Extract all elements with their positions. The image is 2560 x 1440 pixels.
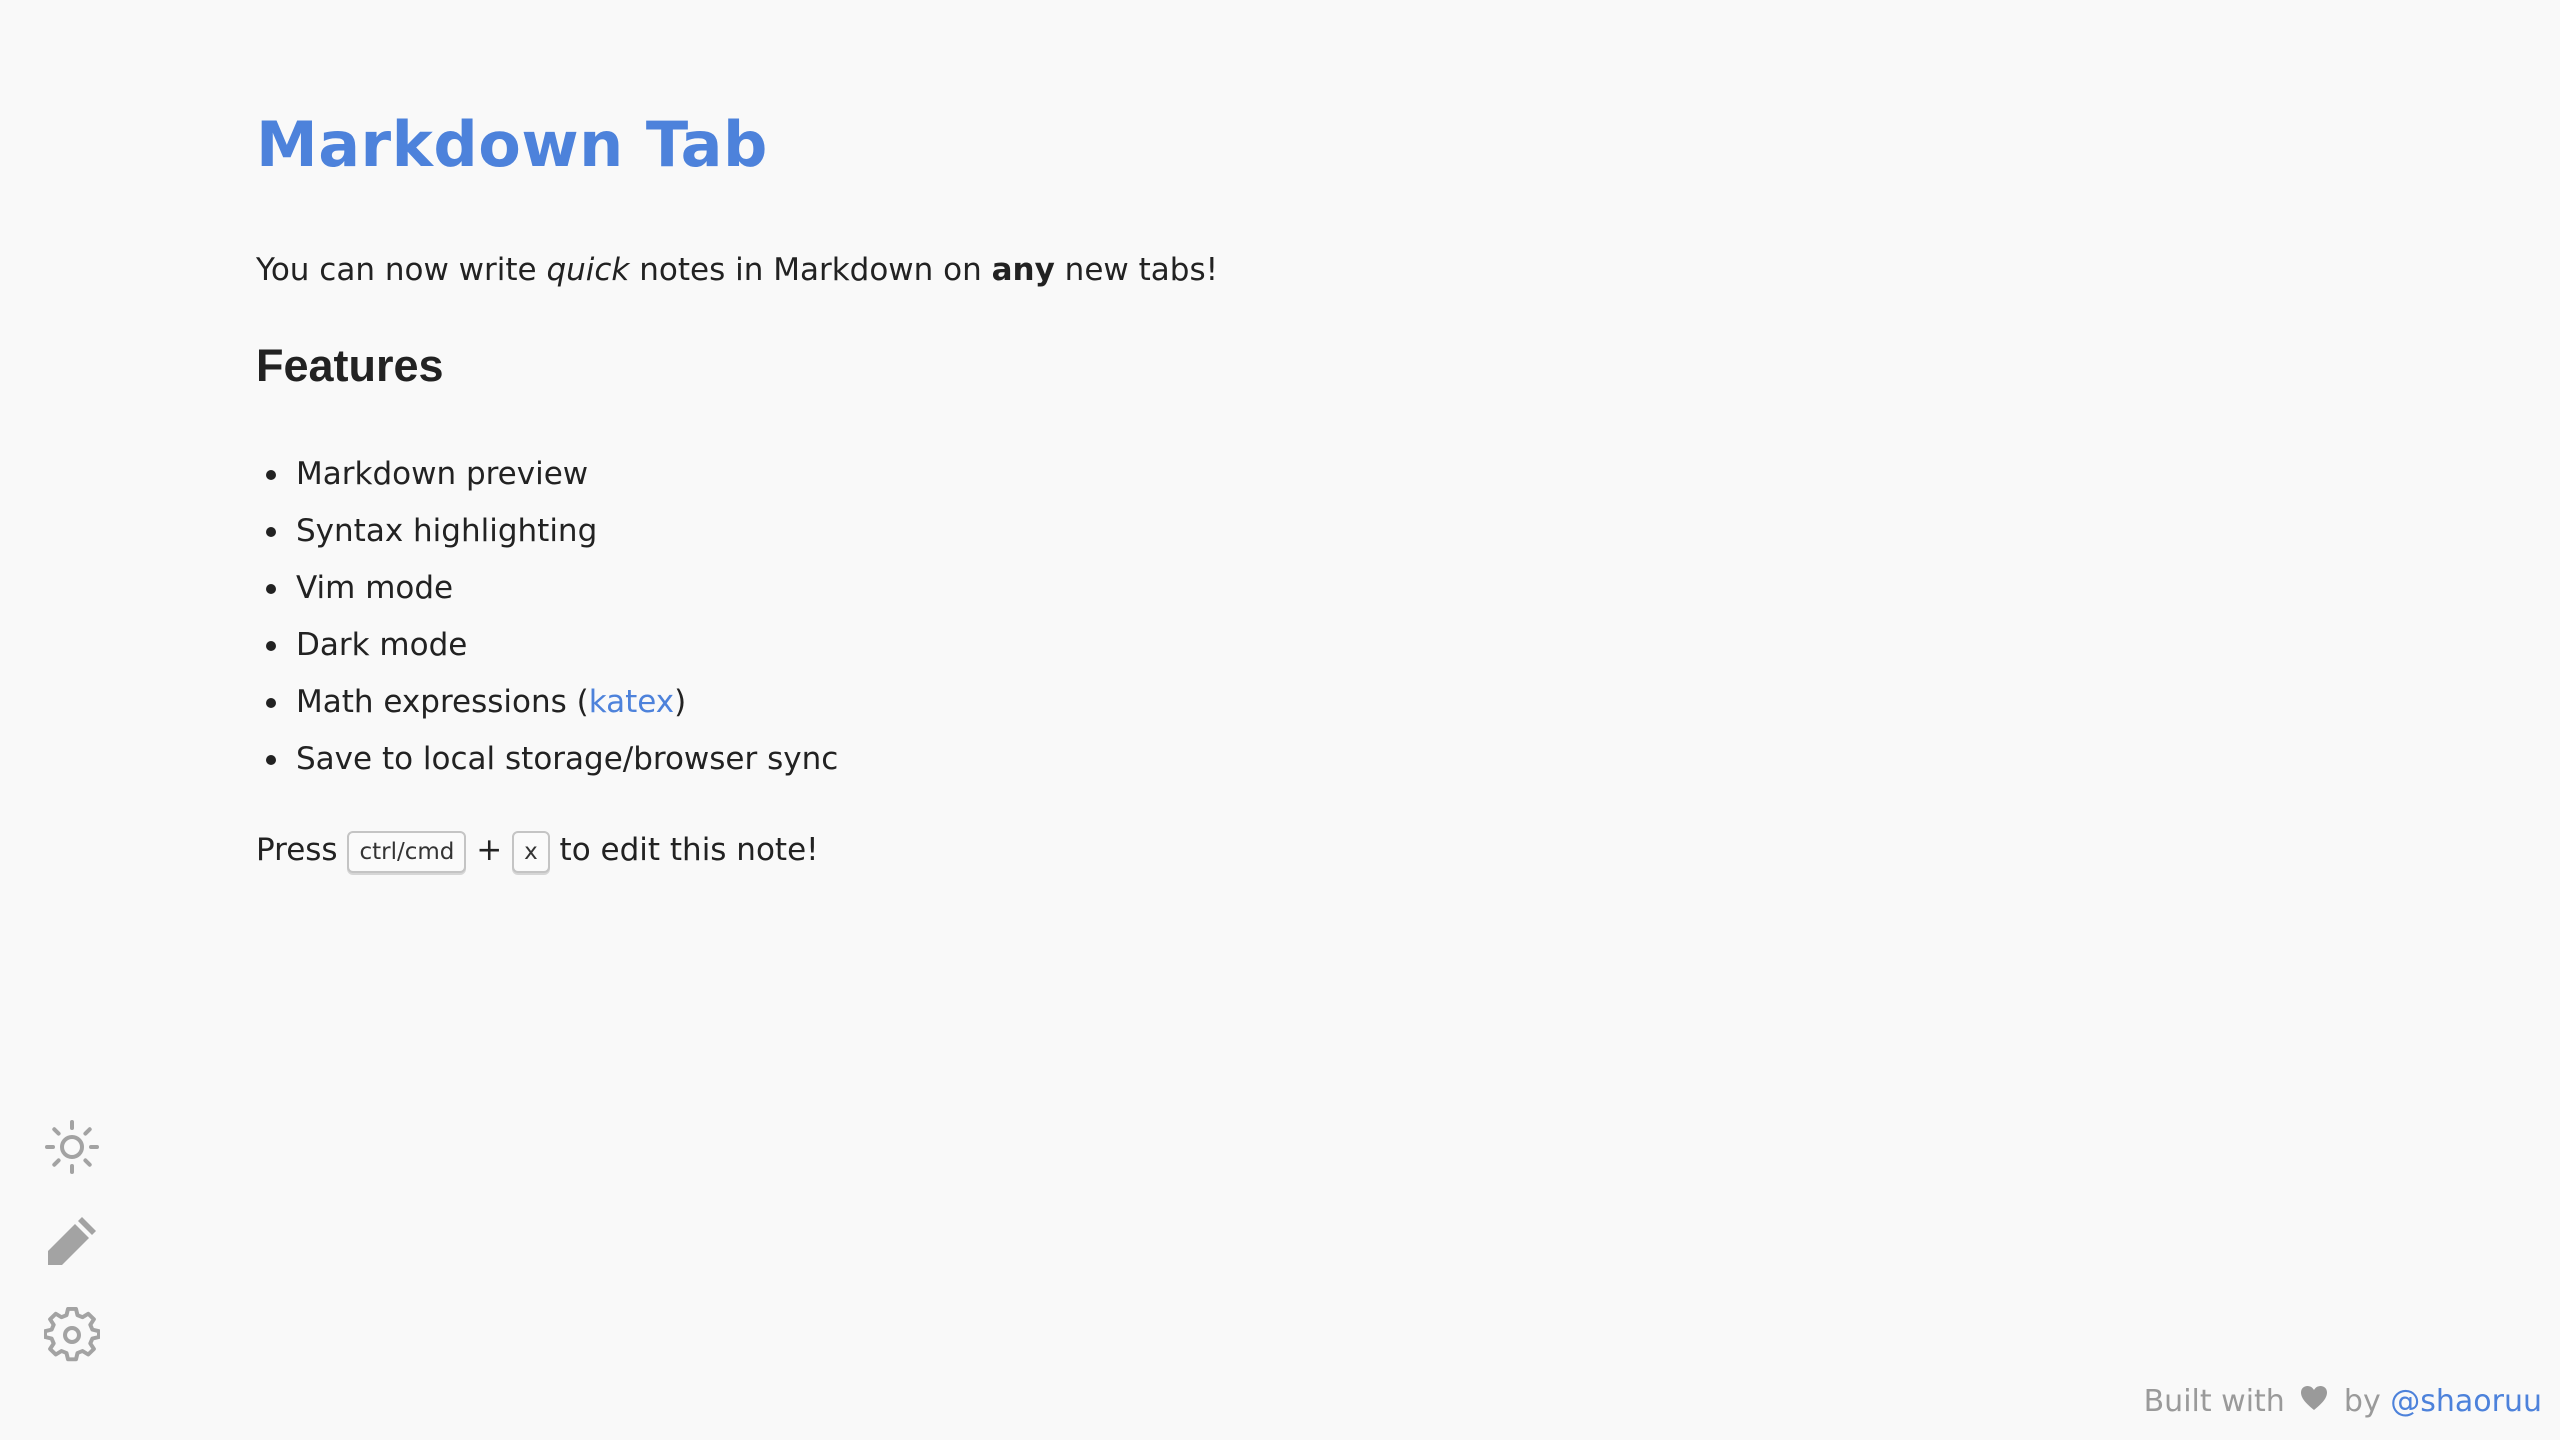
footer-prefix: Built with	[2143, 1383, 2285, 1419]
intro-text-2: notes in Markdown on	[629, 252, 992, 288]
footer: Built with by @shaoruu	[2144, 1382, 2542, 1423]
intro-bold: any	[991, 252, 1055, 288]
bullet	[266, 584, 276, 594]
author-link[interactable]: @shaoruu	[2390, 1384, 2542, 1419]
kbd-x: x	[512, 830, 550, 873]
side-toolbar	[40, 1115, 104, 1397]
settings-button[interactable]	[40, 1303, 104, 1367]
list-item: Vim mode	[256, 560, 1856, 617]
feature-label: Dark mode	[296, 627, 468, 663]
page: Markdown Tab You can now write quick not…	[0, 0, 2560, 1440]
press-plus: +	[466, 832, 513, 868]
intro-italic: quick	[546, 252, 630, 288]
theme-toggle-button[interactable]	[40, 1115, 104, 1179]
note-title: Markdown Tab	[256, 108, 768, 181]
edit-button[interactable]	[40, 1209, 104, 1273]
note-preview: Markdown Tab You can now write quick not…	[256, 100, 1856, 873]
press-suffix: to edit this note!	[549, 832, 819, 868]
bullet	[266, 641, 276, 651]
features-heading: Features	[256, 340, 444, 391]
intro-text-3: new tabs!	[1054, 252, 1219, 288]
bullet	[266, 698, 276, 708]
list-item: Markdown preview	[256, 446, 1856, 503]
intro-text-1: You can now write	[256, 252, 547, 288]
heart-icon	[2300, 1382, 2328, 1422]
bullet	[266, 470, 276, 480]
pencil-icon	[48, 1217, 96, 1265]
feature-label: Math expressions (	[296, 684, 589, 720]
feature-label: Vim mode	[296, 570, 454, 606]
kbd-ctrl-cmd: ctrl/cmd	[347, 830, 467, 873]
feature-label-close: )	[674, 684, 687, 720]
bullet	[266, 527, 276, 537]
list-item: Syntax highlighting	[256, 503, 1856, 560]
list-item: Dark mode	[256, 617, 1856, 674]
feature-label: Markdown preview	[296, 456, 589, 492]
gear-icon	[44, 1307, 100, 1362]
list-item: Math expressions (katex)	[256, 674, 1856, 731]
edit-hint: Press ctrl/cmd + x to edit this note!	[256, 828, 1856, 873]
feature-label: Save to local storage/browser sync	[296, 741, 839, 777]
katex-link[interactable]: katex	[589, 684, 674, 720]
intro-paragraph: You can now write quick notes in Markdow…	[256, 248, 1856, 292]
bullet	[266, 755, 276, 765]
footer-by: by	[2343, 1383, 2381, 1419]
list-item: Save to local storage/browser sync	[256, 731, 1856, 788]
sun-icon	[45, 1120, 99, 1174]
press-prefix: Press	[256, 832, 348, 868]
feature-label: Syntax highlighting	[296, 513, 598, 549]
features-list: Markdown preview Syntax highlighting Vim…	[256, 446, 1856, 788]
